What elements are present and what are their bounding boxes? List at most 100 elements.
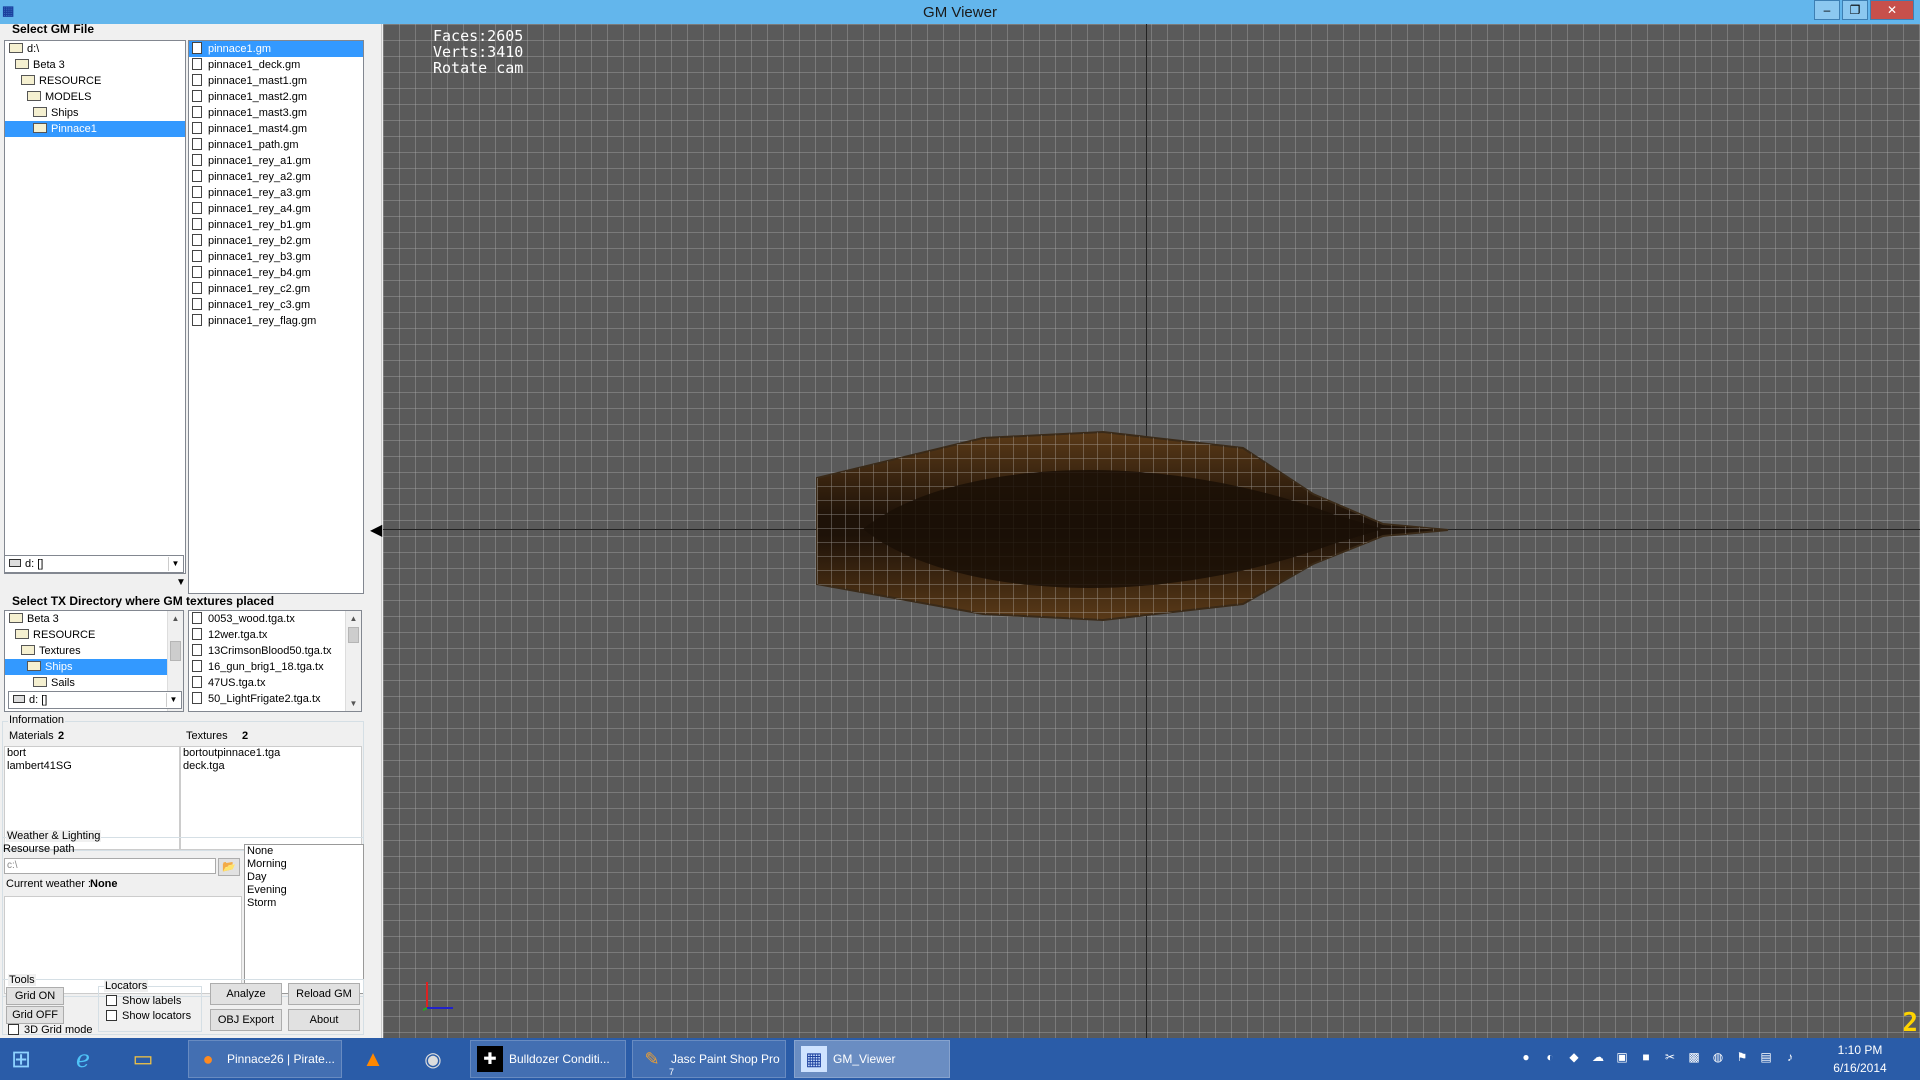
textures-list[interactable]: bortoutpinnace1.tga deck.tga bbox=[180, 746, 362, 850]
gm-directory-tree[interactable]: d:\ Beta 3 RESOURCE MODELS Ships Pinnace1 bbox=[4, 40, 186, 574]
list-item[interactable]: deck.tga bbox=[181, 760, 361, 773]
file-item[interactable]: pinnace1_mast1.gm bbox=[189, 73, 363, 89]
close-button[interactable]: ✕ bbox=[1870, 0, 1914, 20]
gm-file-list[interactable]: pinnace1.gm pinnace1_deck.gm pinnace1_mast… bbox=[188, 40, 364, 594]
tray-app-icon[interactable]: ● bbox=[1516, 1050, 1536, 1066]
tray-headset-icon[interactable]: ◐ bbox=[1540, 1050, 1560, 1066]
file-item[interactable]: pinnace1.gm bbox=[189, 41, 363, 57]
grid-on-button[interactable]: Grid ON bbox=[6, 987, 64, 1005]
tree-item[interactable]: d:\ bbox=[5, 41, 185, 57]
tray-update-icon[interactable]: ◍ bbox=[1708, 1050, 1728, 1066]
file-item[interactable]: pinnace1_rey_c3.gm bbox=[189, 297, 363, 313]
reload-gm-button[interactable]: Reload GM bbox=[288, 983, 360, 1005]
file-item[interactable]: pinnace1_rey_flag.gm bbox=[189, 313, 363, 329]
file-item[interactable]: pinnace1_rey_b3.gm bbox=[189, 249, 363, 265]
tree-item[interactable]: Ships bbox=[5, 105, 185, 121]
list-item[interactable]: None bbox=[245, 845, 363, 858]
checkbox-icon[interactable] bbox=[8, 1024, 19, 1035]
list-item[interactable]: bortoutpinnace1.tga bbox=[181, 747, 361, 760]
file-item[interactable]: 16_gun_brig1_18.tga.tx bbox=[189, 659, 345, 675]
scroll-up-icon[interactable]: ▲ bbox=[346, 611, 361, 626]
tray-cloud-icon[interactable]: ☁ bbox=[1588, 1050, 1608, 1066]
resource-path-field[interactable]: c:\ bbox=[4, 858, 216, 874]
tray-sb-icon[interactable]: ▩ bbox=[1684, 1050, 1704, 1066]
taskbar-paintshop[interactable]: ✎ Jasc Paint Shop Pro 7 bbox=[632, 1040, 786, 1078]
file-item[interactable]: 13CrimsonBlood50.tga.tx bbox=[189, 643, 345, 659]
analyze-button[interactable]: Analyze bbox=[210, 983, 282, 1005]
tree-item[interactable]: Pinnace1 bbox=[5, 121, 185, 137]
tree-item[interactable]: Beta 3 bbox=[5, 611, 167, 627]
file-item[interactable]: 0053_wood.tga.tx bbox=[189, 611, 345, 627]
scroll-thumb[interactable] bbox=[348, 627, 359, 643]
gm-drive-select[interactable]: d: [] ▼ bbox=[4, 555, 184, 573]
checkbox-icon[interactable] bbox=[106, 995, 117, 1006]
weather-options-list[interactable]: None Morning Day Evening Storm bbox=[244, 844, 364, 994]
file-item[interactable]: pinnace1_path.gm bbox=[189, 137, 363, 153]
tx-files-scrollbar[interactable]: ▲ ▼ bbox=[345, 611, 361, 711]
file-item[interactable]: 12wer.tga.tx bbox=[189, 627, 345, 643]
tray-shield-icon[interactable]: ◆ bbox=[1564, 1050, 1584, 1066]
grid-3d-checkbox[interactable]: 3D Grid mode bbox=[8, 1024, 92, 1036]
tray-tool-icon[interactable]: ✂ bbox=[1660, 1050, 1680, 1066]
list-item[interactable]: Storm bbox=[245, 897, 363, 910]
tree-item[interactable]: Textures bbox=[5, 643, 167, 659]
list-item[interactable]: lambert41SG bbox=[5, 760, 179, 773]
taskbar-firefox[interactable]: ● Pinnace26 | Pirate... bbox=[188, 1040, 342, 1078]
list-item[interactable]: Day bbox=[245, 871, 363, 884]
file-item[interactable]: 50_LightFrigate2.tga.tx bbox=[189, 691, 345, 707]
list-item[interactable]: Morning bbox=[245, 858, 363, 871]
tx-file-list[interactable]: 0053_wood.tga.tx 12wer.tga.tx 13CrimsonBlo… bbox=[188, 610, 362, 712]
taskbar-bulldozer[interactable]: ✚ Bulldozer Conditi... bbox=[470, 1040, 626, 1078]
checkbox-icon[interactable] bbox=[106, 1010, 117, 1021]
tree-item[interactable]: Ships bbox=[5, 659, 167, 675]
show-labels-checkbox[interactable]: Show labels bbox=[106, 995, 181, 1007]
collapse-panel-arrow-icon[interactable]: ◀ bbox=[370, 520, 382, 540]
vlc-icon[interactable]: ▲ bbox=[360, 1040, 400, 1078]
obj-export-button[interactable]: OBJ Export bbox=[210, 1009, 282, 1031]
tx-drive-select[interactable]: d: [] ▼ bbox=[8, 691, 182, 709]
scroll-thumb[interactable] bbox=[170, 641, 181, 661]
tray-flag-icon[interactable]: ⚑ bbox=[1732, 1050, 1752, 1066]
taskbar-gm-viewer[interactable]: ▦ GM_Viewer bbox=[794, 1040, 950, 1078]
minimize-button[interactable]: – bbox=[1814, 0, 1840, 20]
file-item[interactable]: pinnace1_rey_b1.gm bbox=[189, 217, 363, 233]
file-item[interactable]: pinnace1_rey_b2.gm bbox=[189, 233, 363, 249]
browse-folder-icon[interactable]: 📂 bbox=[218, 858, 240, 876]
file-item[interactable]: pinnace1_rey_b4.gm bbox=[189, 265, 363, 281]
file-item[interactable]: pinnace1_mast4.gm bbox=[189, 121, 363, 137]
tray-speaker-icon[interactable]: ♪ bbox=[1780, 1050, 1800, 1066]
taskbar-clock[interactable]: 1:10 PM 6/16/2014 bbox=[1810, 1041, 1910, 1077]
restore-button[interactable]: ❐ bbox=[1842, 0, 1868, 20]
list-item[interactable]: Evening bbox=[245, 884, 363, 897]
file-item[interactable]: pinnace1_mast3.gm bbox=[189, 105, 363, 121]
splitter-down-arrow-icon[interactable]: ▼ bbox=[176, 577, 186, 588]
file-item[interactable]: pinnace1_rey_a3.gm bbox=[189, 185, 363, 201]
tree-item[interactable]: RESOURCE bbox=[5, 627, 167, 643]
tray-color-icon[interactable]: ■ bbox=[1636, 1050, 1656, 1066]
file-item[interactable]: pinnace1_rey_a1.gm bbox=[189, 153, 363, 169]
tray-monitor-icon[interactable]: ▣ bbox=[1612, 1050, 1632, 1066]
scroll-down-icon[interactable]: ▼ bbox=[346, 696, 361, 711]
camera-app-icon[interactable]: ◉ bbox=[420, 1040, 460, 1078]
file-item[interactable]: pinnace1_rey_a2.gm bbox=[189, 169, 363, 185]
chevron-down-icon[interactable]: ▼ bbox=[168, 557, 182, 571]
show-locators-checkbox[interactable]: Show locators bbox=[106, 1010, 191, 1022]
tree-item[interactable]: MODELS bbox=[5, 89, 185, 105]
tree-item[interactable]: Beta 3 bbox=[5, 57, 185, 73]
file-item[interactable]: pinnace1_rey_c2.gm bbox=[189, 281, 363, 297]
file-item[interactable]: pinnace1_rey_a4.gm bbox=[189, 201, 363, 217]
3d-viewport[interactable]: Faces:2605 Verts:3410 Rotate cam 2 bbox=[383, 24, 1920, 1038]
tray-network-icon[interactable]: ▤ bbox=[1756, 1050, 1776, 1066]
file-item[interactable]: pinnace1_mast2.gm bbox=[189, 89, 363, 105]
tree-item[interactable]: Sails bbox=[5, 675, 167, 691]
chevron-down-icon[interactable]: ▼ bbox=[166, 693, 180, 707]
tree-item[interactable]: RESOURCE bbox=[5, 73, 185, 89]
file-item[interactable]: pinnace1_deck.gm bbox=[189, 57, 363, 73]
file-explorer-icon[interactable]: ▭ bbox=[130, 1040, 170, 1078]
grid-off-button[interactable]: Grid OFF bbox=[6, 1006, 64, 1024]
file-item[interactable]: 47US.tga.tx bbox=[189, 675, 345, 691]
list-item[interactable]: bort bbox=[5, 747, 179, 760]
about-button[interactable]: About bbox=[288, 1009, 360, 1031]
internet-explorer-icon[interactable]: ℯ bbox=[70, 1040, 110, 1078]
scroll-up-icon[interactable]: ▲ bbox=[168, 611, 183, 626]
